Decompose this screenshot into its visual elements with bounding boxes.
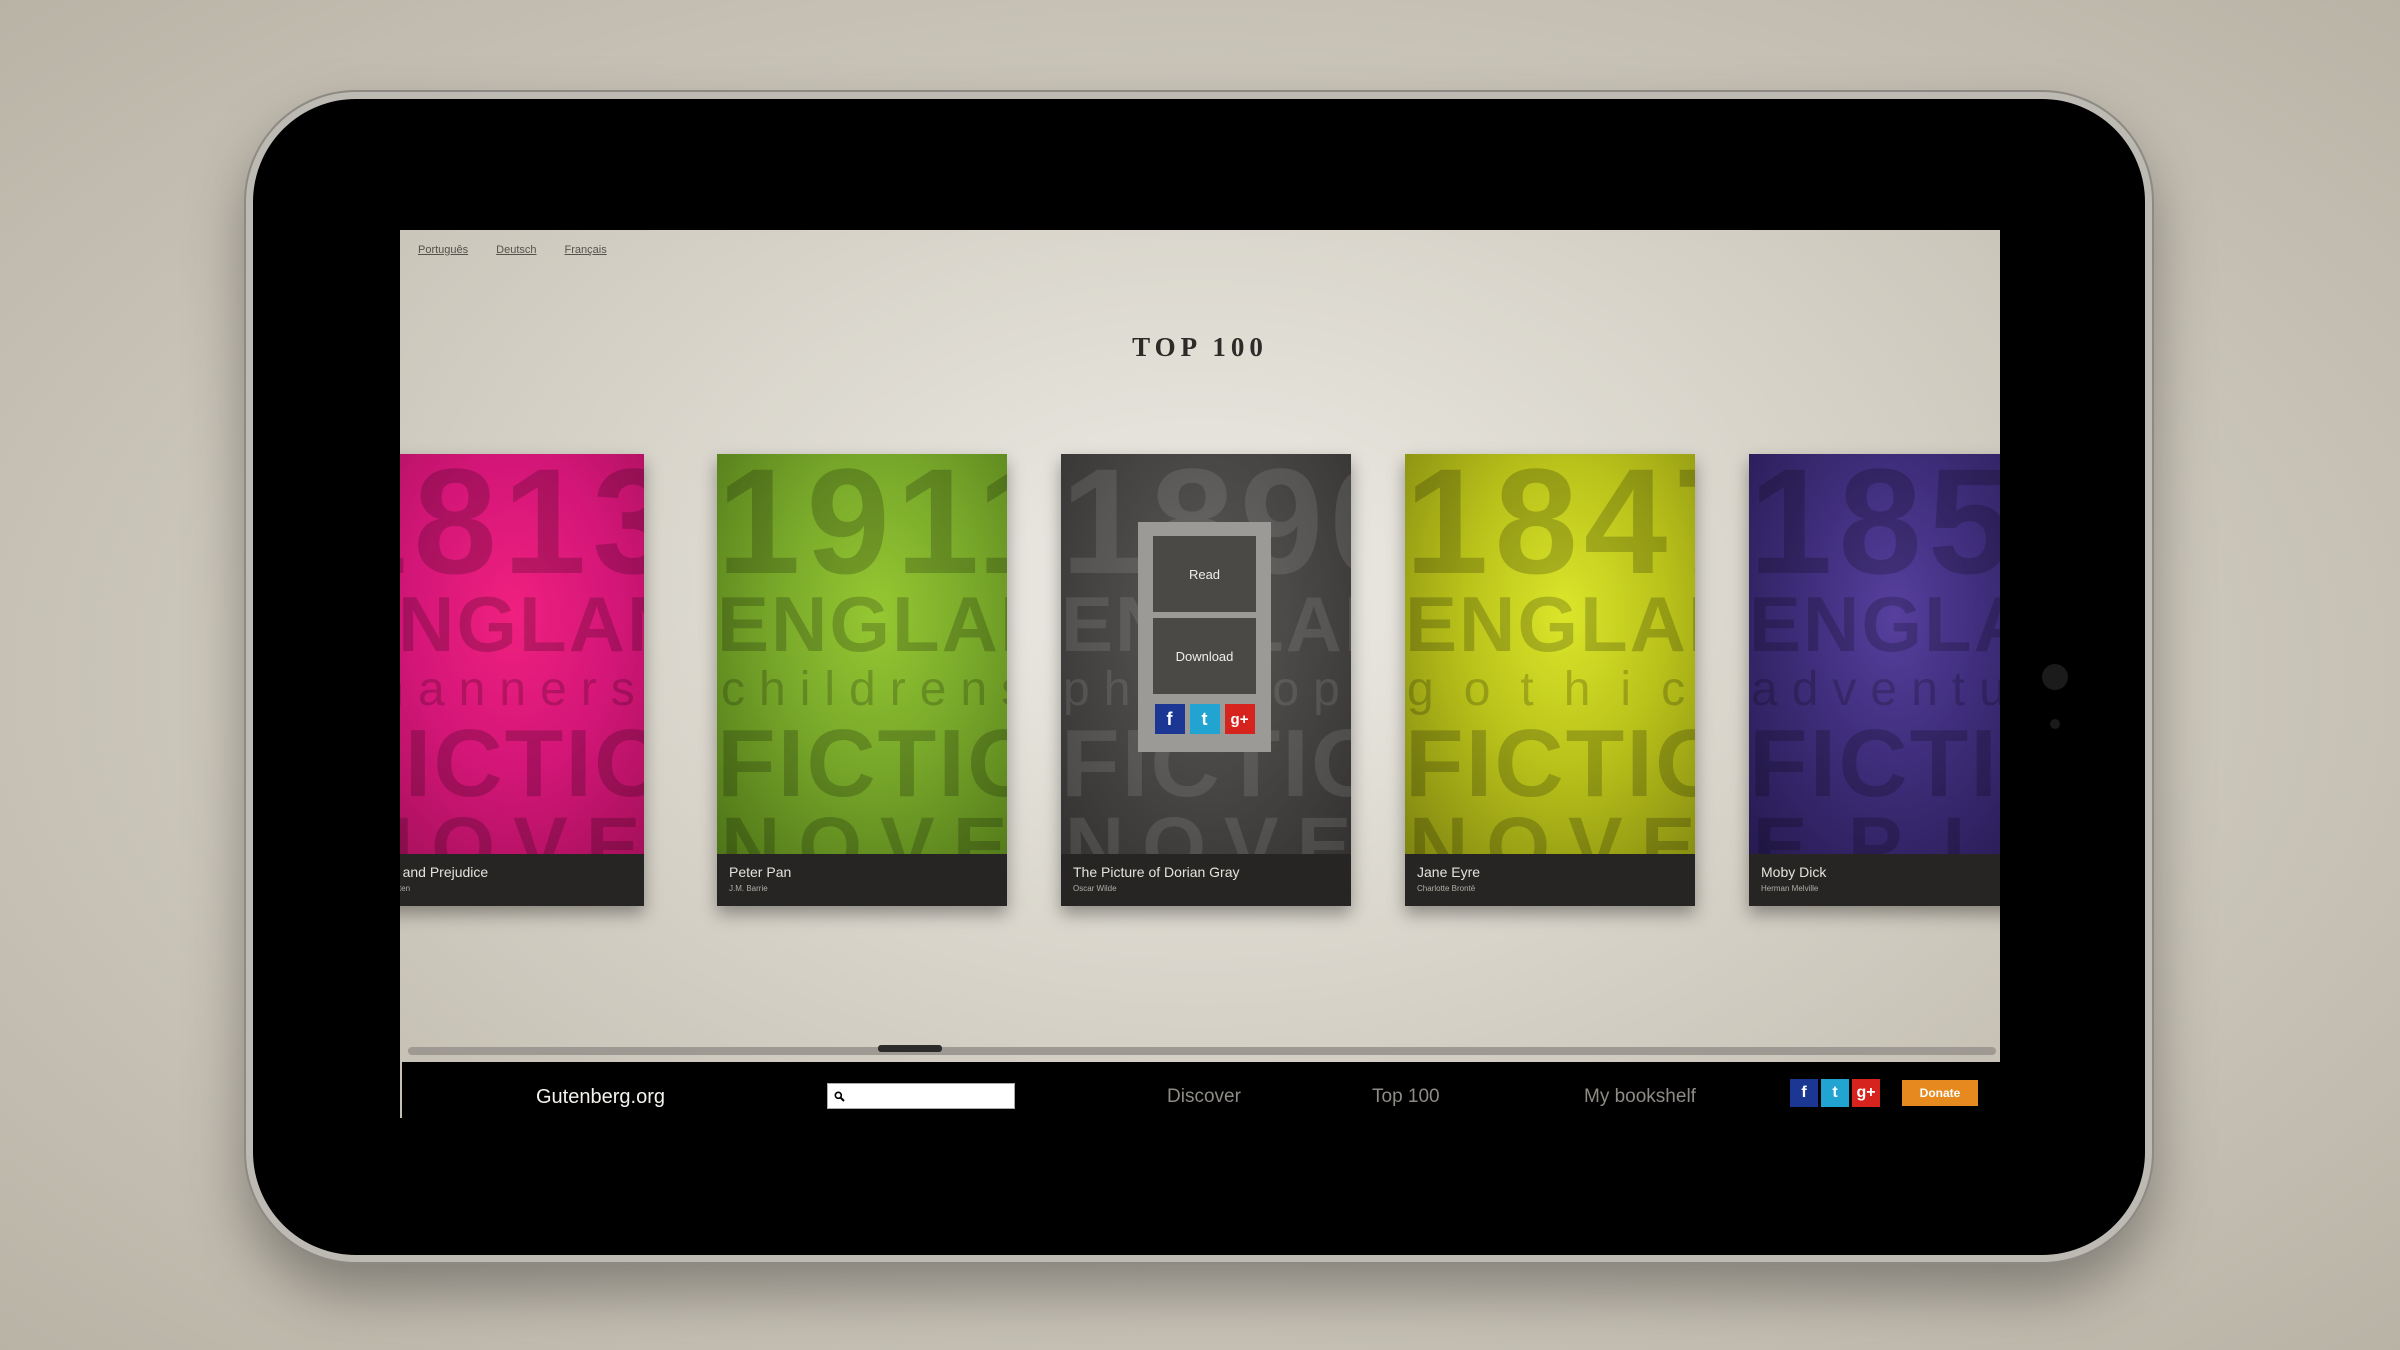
search-box[interactable]: [827, 1083, 1015, 1109]
book-title: Peter Pan: [729, 864, 792, 880]
book-info-bar: Moby Dick Herman Melville: [1749, 854, 2000, 906]
cover-category: FICTION: [1405, 710, 1695, 817]
cover-form: NOVEL: [400, 801, 644, 855]
facebook-icon[interactable]: f: [1790, 1079, 1818, 1107]
book-info-bar: Jane Eyre Charlotte Brontë: [1405, 854, 1695, 906]
cover-country: ENGLAND: [1405, 580, 1695, 668]
book-carousel: 1813 ENGLAND manners FICTION NOVEL Pride…: [400, 454, 2000, 906]
googleplus-icon[interactable]: g+: [1852, 1079, 1880, 1107]
donate-button[interactable]: Donate: [1902, 1080, 1978, 1106]
cover-country: ENGLAND: [717, 580, 1007, 668]
cover-category: FICTION: [1749, 710, 2000, 817]
cover-genre: manners: [400, 663, 644, 716]
book-cover: 1890 ENGLAND philosophy FICTION NOVEL Re…: [1061, 454, 1351, 854]
cover-form: EPIC: [1753, 801, 2000, 855]
book-cover: 1813 ENGLAND manners FICTION NOVEL: [400, 454, 644, 854]
cover-year: 1847: [1405, 454, 1695, 605]
cover-country: ENGLAND: [400, 580, 644, 668]
language-link-french[interactable]: Français: [565, 244, 607, 256]
language-link-german[interactable]: Deutsch: [496, 244, 536, 256]
book-info-bar: The Picture of Dorian Gray Oscar Wilde: [1061, 854, 1351, 906]
nav-discover[interactable]: Discover: [1167, 1086, 1241, 1108]
book-info-bar: Pride and Prejudice Jane Austen: [400, 854, 644, 906]
book-author: Jane Austen: [400, 884, 411, 893]
cover-form: NOVEL: [1409, 801, 1695, 855]
book-author: Herman Melville: [1761, 884, 1819, 893]
language-link-portuguese[interactable]: Português: [418, 244, 468, 256]
search-input[interactable]: [849, 1089, 1009, 1103]
carousel-scroll-thumb[interactable]: [878, 1045, 942, 1052]
twitter-icon[interactable]: t: [1821, 1079, 1849, 1107]
book-card-pride-and-prejudice[interactable]: 1813 ENGLAND manners FICTION NOVEL Pride…: [400, 454, 644, 906]
social-links: f t g+: [1790, 1079, 1880, 1107]
bottom-nav-bar: Gutenberg.org Discover Top 100 My booksh…: [402, 1062, 2000, 1118]
page-title: TOP 100: [1132, 332, 1268, 362]
download-button[interactable]: Download: [1153, 618, 1256, 694]
cover-genre: gothic: [1407, 663, 1695, 716]
cover-form: NOVEL: [721, 801, 1007, 855]
read-button[interactable]: Read: [1153, 536, 1256, 612]
app-screen: Português Deutsch Français TOP 100 1813 …: [400, 230, 2000, 1118]
book-card-moby-dick[interactable]: 1851 ENGLAND adventure FICTION EPIC Moby…: [1749, 454, 2000, 906]
language-bar: Português Deutsch Français: [418, 244, 607, 256]
search-icon: [834, 1091, 845, 1102]
googleplus-icon[interactable]: g+: [1224, 704, 1255, 734]
book-author: Oscar Wilde: [1073, 884, 1117, 893]
book-title: Pride and Prejudice: [400, 864, 489, 880]
cover-category: FICTION: [400, 710, 644, 817]
nav-top100[interactable]: Top 100: [1372, 1086, 1440, 1108]
book-info-bar: Peter Pan J.M. Barrie: [717, 854, 1007, 906]
cover-genre: adventure: [1751, 663, 2000, 716]
tablet-sensor: [2050, 719, 2060, 729]
tablet-camera: [2042, 664, 2068, 690]
cover-year: 1911: [717, 454, 1007, 605]
book-title: Moby Dick: [1761, 864, 1827, 880]
book-action-overlay: Read Download f t g+: [1138, 522, 1271, 752]
cover-year: 1813: [400, 454, 644, 605]
book-card-peter-pan[interactable]: 1911 ENGLAND childrens FICTION NOVEL Pet…: [717, 454, 1007, 906]
carousel-scrollbar[interactable]: [408, 1047, 1996, 1055]
book-share-bar: f t g+: [1153, 704, 1256, 734]
cover-country: ENGLAND: [1749, 580, 2000, 668]
book-cover: 1911 ENGLAND childrens FICTION NOVEL: [717, 454, 1007, 854]
book-card-dorian-gray[interactable]: 1890 ENGLAND philosophy FICTION NOVEL Re…: [1061, 454, 1351, 906]
book-cover: 1851 ENGLAND adventure FICTION EPIC: [1749, 454, 2000, 854]
cover-genre: childrens: [721, 663, 1007, 716]
book-title: The Picture of Dorian Gray: [1073, 864, 1240, 880]
book-author: J.M. Barrie: [729, 884, 768, 893]
book-title: Jane Eyre: [1417, 864, 1481, 880]
twitter-icon[interactable]: t: [1189, 704, 1220, 734]
cover-form: NOVEL: [1065, 801, 1351, 855]
cover-category: FICTION: [717, 710, 1007, 817]
nav-my-bookshelf[interactable]: My bookshelf: [1584, 1086, 1696, 1108]
facebook-icon[interactable]: f: [1154, 704, 1185, 734]
book-author: Charlotte Brontë: [1417, 884, 1476, 893]
cover-year: 1851: [1749, 454, 2000, 605]
book-cover: 1847 ENGLAND gothic FICTION NOVEL: [1405, 454, 1695, 854]
book-card-jane-eyre[interactable]: 1847 ENGLAND gothic FICTION NOVEL Jane E…: [1405, 454, 1695, 906]
brand-logo[interactable]: Gutenberg.org: [536, 1086, 665, 1109]
